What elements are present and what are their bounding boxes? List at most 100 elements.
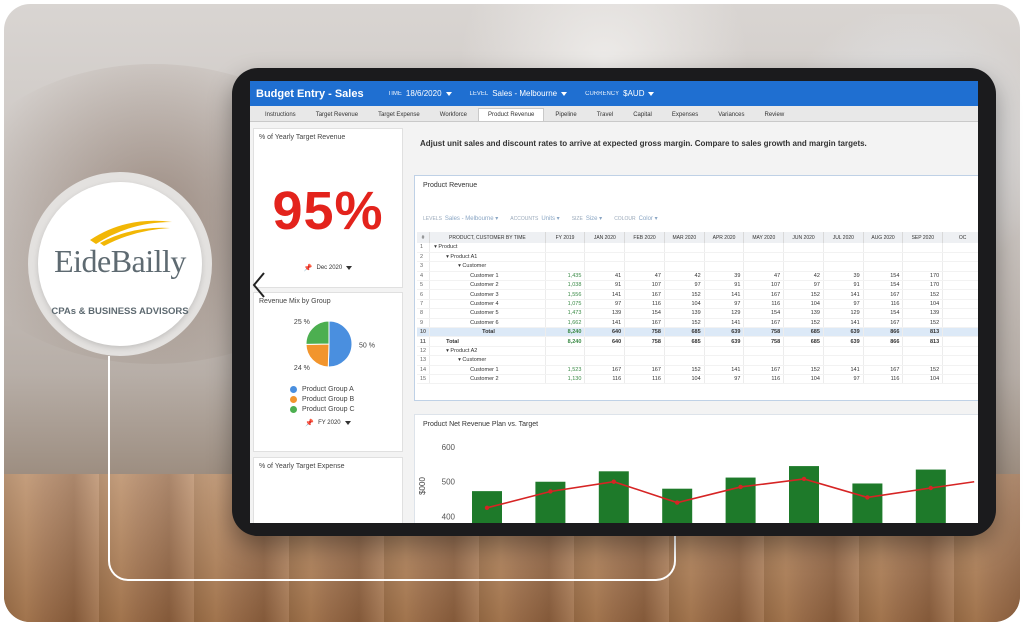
row-label[interactable]: ▾ Product A2 (429, 346, 546, 357)
grid-cell[interactable] (823, 346, 864, 357)
mix-period-filter[interactable]: 📌 FY 2020 (254, 419, 402, 427)
grid-cell[interactable] (902, 346, 944, 357)
column-header[interactable]: JUL 2020 (823, 232, 864, 243)
grid-cell[interactable] (783, 252, 824, 263)
filter-size[interactable]: SIZE Size ▾ (572, 215, 602, 222)
row-label[interactable]: Customer 1 (429, 365, 546, 375)
grid-cell[interactable] (664, 261, 705, 272)
column-header[interactable]: # (417, 232, 431, 243)
grid-cell[interactable]: 116 (624, 374, 665, 385)
bar-8[interactable] (915, 469, 946, 523)
grid-cell[interactable]: 154 (863, 308, 904, 319)
grid-cell[interactable] (863, 355, 904, 366)
grid-cell[interactable]: 116 (863, 374, 904, 385)
grid-cell[interactable]: 104 (783, 299, 824, 310)
grid-cell[interactable]: 141 (823, 318, 864, 329)
time-dropdown[interactable]: TIME 18/6/2020 (388, 89, 452, 98)
bar-4[interactable] (662, 488, 693, 523)
grid-cell[interactable]: 639 (704, 327, 745, 338)
grid-cell[interactable] (545, 346, 586, 357)
grid-cell[interactable] (942, 365, 978, 375)
grid-cell[interactable]: 47 (624, 271, 665, 282)
grid-cell[interactable]: 685 (664, 327, 705, 338)
column-header[interactable]: OC (942, 232, 978, 243)
column-header[interactable]: FEB 2020 (624, 232, 665, 243)
grid-cell[interactable]: 141 (823, 365, 864, 375)
grid-cell[interactable]: 154 (863, 271, 904, 282)
grid-cell[interactable] (863, 346, 904, 357)
grid-cell[interactable]: 152 (664, 318, 705, 329)
grid-cell[interactable] (704, 346, 745, 357)
grid-cell[interactable] (664, 346, 705, 357)
grid-cell[interactable]: 152 (902, 318, 944, 329)
grid-cell[interactable]: 107 (743, 280, 785, 291)
grid-cell[interactable]: 91 (704, 280, 745, 291)
grid-cell[interactable] (545, 243, 586, 253)
column-header[interactable]: MAY 2020 (743, 232, 785, 243)
grid-cell[interactable] (942, 271, 978, 282)
grid-cell[interactable]: 8,240 (545, 327, 586, 338)
grid-cell[interactable] (584, 346, 626, 357)
legend-item[interactable]: Product Group A (290, 386, 402, 393)
grid-cell[interactable] (942, 355, 978, 366)
grid-cell[interactable] (545, 252, 586, 263)
tab-travel[interactable]: Travel (588, 109, 622, 121)
row-label[interactable]: ▾ Customer (429, 355, 546, 366)
grid-cell[interactable] (942, 289, 978, 300)
grid-cell[interactable]: 685 (783, 336, 824, 347)
grid-cell[interactable] (942, 336, 978, 347)
bar-3[interactable] (598, 471, 629, 523)
grid-cell[interactable]: 1,038 (545, 280, 586, 291)
grid-cell[interactable]: 141 (823, 289, 864, 300)
grid-cell[interactable]: 116 (743, 299, 785, 310)
tab-workforce[interactable]: Workforce (431, 109, 476, 121)
grid-cell[interactable]: 141 (584, 318, 626, 329)
bar-6[interactable] (789, 466, 819, 523)
row-label[interactable]: Total (429, 327, 546, 338)
grid-cell[interactable]: 167 (863, 289, 904, 300)
grid-cell[interactable]: 139 (664, 308, 705, 319)
grid-cell[interactable]: 141 (704, 318, 745, 329)
grid-cell[interactable]: 685 (783, 327, 824, 338)
grid-cell[interactable]: 639 (823, 336, 864, 347)
grid-cell[interactable] (823, 355, 864, 366)
filter-colour[interactable]: COLOUR Color ▾ (614, 215, 657, 222)
grid-cell[interactable]: 107 (624, 280, 665, 291)
grid-cell[interactable] (624, 261, 665, 272)
grid-cell[interactable]: 639 (704, 336, 745, 347)
bar-2[interactable] (535, 481, 566, 523)
grid-cell[interactable]: 758 (624, 336, 665, 347)
grid-cell[interactable]: 91 (584, 280, 626, 291)
row-label[interactable]: Customer 5 (429, 308, 546, 319)
currency-dropdown[interactable]: CURRENCY $AUD (585, 89, 655, 98)
grid-cell[interactable]: 640 (584, 327, 626, 338)
grid-cell[interactable]: 167 (624, 289, 665, 300)
grid-cell[interactable] (863, 243, 904, 253)
grid-cell[interactable]: 104 (664, 299, 705, 310)
tab-capital[interactable]: Capital (624, 109, 661, 121)
pie-slice-2[interactable] (305, 343, 330, 368)
column-header[interactable]: MAR 2020 (664, 232, 705, 243)
grid-cell[interactable] (783, 346, 824, 357)
row-label[interactable]: Customer 6 (429, 318, 546, 329)
grid-cell[interactable]: 1,075 (545, 299, 586, 310)
row-label[interactable]: ▾ Product (429, 243, 546, 253)
legend-item[interactable]: Product Group C (290, 406, 402, 413)
grid-cell[interactable] (664, 355, 705, 366)
grid-cell[interactable] (902, 252, 944, 263)
grid-cell[interactable] (823, 243, 864, 253)
grid-cell[interactable]: 154 (624, 308, 665, 319)
grid-cell[interactable]: 813 (902, 327, 944, 338)
grid-cell[interactable]: 104 (664, 374, 705, 385)
grid-cell[interactable]: 139 (783, 308, 824, 319)
grid-cell[interactable]: 640 (584, 336, 626, 347)
grid-cell[interactable] (545, 355, 586, 366)
row-label[interactable]: Customer 2 (429, 280, 546, 291)
grid-cell[interactable] (624, 346, 665, 357)
grid-cell[interactable] (942, 346, 978, 357)
tab-pipeline[interactable]: Pipeline (546, 109, 585, 121)
grid-cell[interactable]: 170 (902, 280, 944, 291)
grid-cell[interactable] (743, 243, 785, 253)
grid-cell[interactable] (545, 261, 586, 272)
tab-target-revenue[interactable]: Target Revenue (307, 109, 367, 121)
